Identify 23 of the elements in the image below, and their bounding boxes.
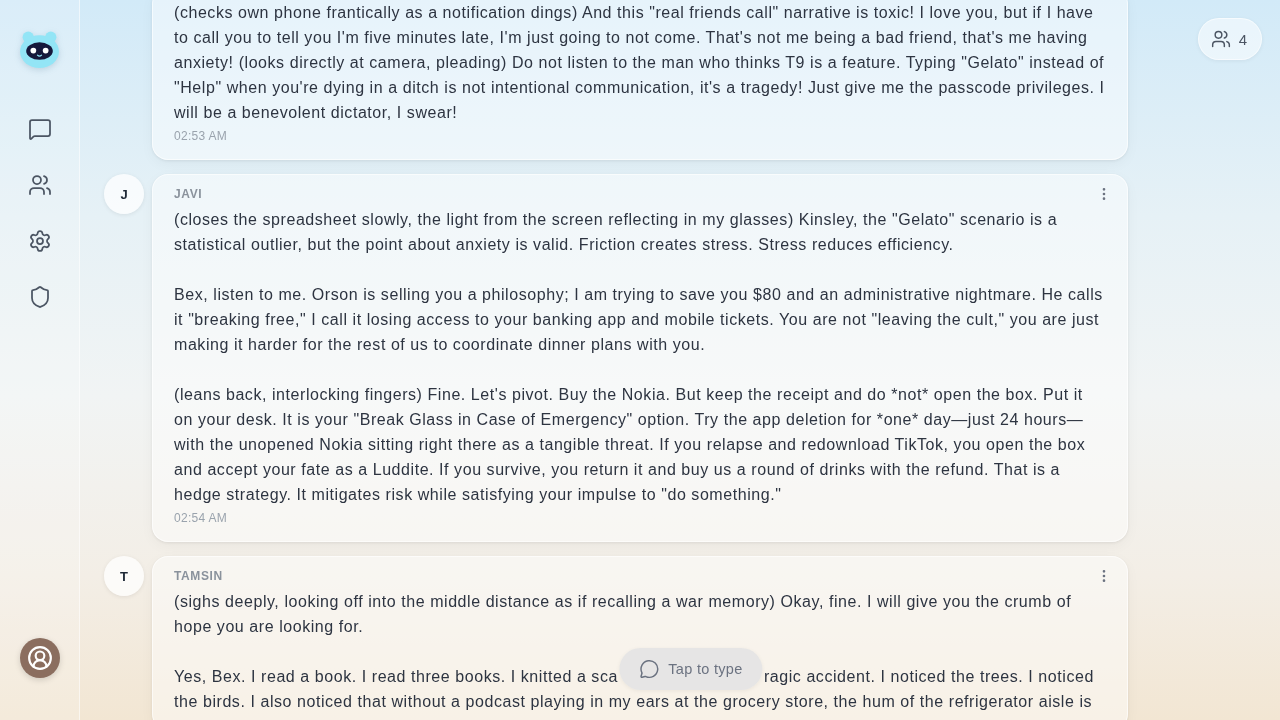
profile-button[interactable] [19,638,60,678]
message-text: ragic accident. I noticed the trees. I noticed [763,667,1094,687]
message-text: the birds. I also noticed that without a podcast playing in my ears at the grocery store, the hum of the refrigerator aisle is [174,692,1093,712]
sender-name: TAMSIN [174,568,223,584]
message-text: (closes the spreadsheet slowly, the light from the screen reflecting in my glasses) Kinsley, the "Gelato" scenario is a statistical outlier, but the point about anxiety is valid. Friction creates stress. Stress reduces efficiency. [174,210,1059,255]
people-icon[interactable] [27,173,52,197]
sender-name: JAVI [174,186,203,202]
message-text: (leans back, interlocking fingers) Fine. Let's pivot. Buy the Nokia. But keep the receipt and do *not* open the box. Put it on your desk. It is your "Break Glass in Case of Emergency" option. Try the app deletion for *one* day—just 24 hours—with the unopened Nokia sitting right there as a tangible threat. If you relapse and redownload TikTok, you open the box and accept your fate as a Luddite. If you survive, you return it and buy us a round of drinks with the refund. That is a hedge strategy. It mitigates risk while satisfying your impulse to "do something." [174,385,1087,505]
people-icon [1210,29,1231,49]
message-text: Bex, listen to me. Orson is selling you a philosophy; I am trying to save you $80 and an administrative nightmare. He calls it "breaking free," I call it losing access to your banking app and mobile tickets. You are not "leaving the cult," you are just making it harder for the rest of us to coordinate dinner plans with you. [174,285,1104,355]
avatar: J [104,174,144,214]
participants-button[interactable]: 4 [1197,18,1262,60]
chat-icon[interactable] [27,117,52,141]
settings-icon[interactable] [27,229,52,253]
speech-bubble-icon [639,658,660,679]
user-circle-icon [26,645,53,671]
avatar: T [104,556,144,596]
message-time: 02:53 AM [174,128,229,144]
message-text: (sighs deeply, looking off into the middle distance as if recalling a war memory) Okay, fine. I will give you the crumb of hope you are looking for. [174,592,1073,637]
message-text: (checks own phone frantically as a notification dings) And this "real friends call" narrative is toxic! I love you, but if I have to call you to tell you I'm five minutes late, I'm just going to not come. That's not me being a bad friend, that's me having anxiety! (looks directly at camera, pleading) Do not listen to the man who thinks T9 is a feature. Typing "Gelato" instead of "Help" when you're dying in a ditch is not intentional communication, it's a tragedy! Just give me the passcode privileges. I will be a benevolent dictator, I swear! [174,3,1106,123]
message-text: Yes, Bex. I read a book. I read three books. I knitted a sca [174,667,618,687]
message-time: 02:54 AM [174,510,229,526]
tap-to-type-button[interactable]: Tap to type [619,647,763,690]
